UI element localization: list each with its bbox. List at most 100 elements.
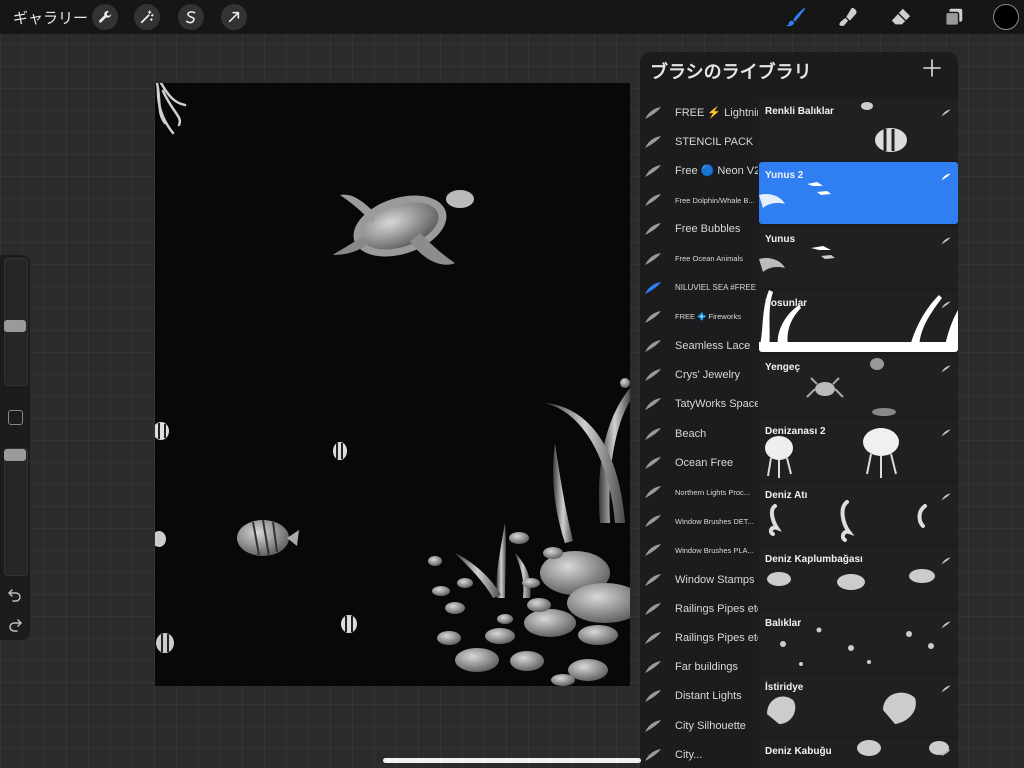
brush-set-item[interactable]: Far buildings: [640, 653, 758, 682]
brush-set-label: TatyWorks Space: [675, 398, 758, 411]
brush-set-item[interactable]: NILUVIEL SEA #FREE: [640, 273, 758, 302]
feather-icon: [644, 427, 662, 441]
brush-set-item[interactable]: City Silhouette: [640, 711, 758, 740]
home-indicator[interactable]: [383, 758, 641, 763]
feather-icon: [644, 164, 662, 178]
brush-name: Balıklar: [765, 618, 802, 629]
brush-name: Deniz Kabuğu: [765, 746, 832, 757]
brush-set-label: Window Brushes PLA...: [675, 545, 754, 555]
brush-item[interactable]: Deniz Kabuğu: [759, 738, 958, 768]
brush-set-item[interactable]: Ocean Free: [640, 448, 758, 477]
feather-icon: [644, 719, 662, 733]
brush-item[interactable]: Deniz Kaplumbağası: [759, 546, 958, 608]
octopus-stamp: [155, 83, 187, 135]
brush-set-item[interactable]: FREE ⚡ Lightning: [640, 98, 758, 127]
transform-arrow-icon[interactable]: [221, 4, 247, 30]
drawing-canvas[interactable]: [155, 83, 630, 686]
brush-set-item[interactable]: City...: [640, 740, 758, 768]
feather-icon: [644, 748, 662, 762]
layers-icon[interactable]: [941, 4, 967, 30]
brush-set-item[interactable]: Window Brushes DET...: [640, 507, 758, 536]
brush-item[interactable]: Yosunlar: [759, 290, 958, 352]
brush-size-thumb[interactable]: [4, 320, 26, 332]
brush-item[interactable]: Balıklar: [759, 610, 958, 672]
top-toolbar: ギャラリー: [0, 0, 1024, 34]
brush-set-label: Railings Pipes etc: [675, 631, 758, 644]
brush-item[interactable]: Yunus 2: [759, 162, 958, 224]
left-sidebar: [0, 255, 30, 640]
feather-icon: [941, 232, 951, 245]
brush-library-panel: ブラシのライブラリ FREE ⚡ Lightning STENCIL PACK Fr…: [640, 52, 958, 768]
feather-icon: [941, 424, 951, 437]
magic-wand-icon[interactable]: [134, 4, 160, 30]
brush-name: Yunus 2: [765, 170, 804, 181]
opacity-slider[interactable]: [4, 448, 28, 576]
brush-name: Denizanası 2: [765, 426, 826, 437]
brush-item[interactable]: Yunus: [759, 226, 958, 288]
brush-set-label: Northern Lights Proc...: [675, 487, 751, 497]
feather-icon: [644, 222, 662, 236]
brush-name: İstiridye: [765, 682, 804, 693]
feather-icon: [644, 135, 662, 149]
feather-icon: [644, 106, 662, 120]
brush-name: Renkli Balıklar: [765, 106, 834, 117]
brush-set-item[interactable]: TatyWorks Space: [640, 390, 758, 419]
sea-turtle-stamp: [333, 190, 474, 265]
opacity-thumb[interactable]: [4, 449, 26, 461]
brush-item[interactable]: Deniz Atı: [759, 482, 958, 544]
brush-item[interactable]: Yengeç: [759, 354, 958, 416]
feather-icon: [941, 552, 951, 565]
selection-icon[interactable]: [178, 4, 204, 30]
feather-icon: [644, 193, 662, 207]
brush-set-item[interactable]: Seamless Lace: [640, 332, 758, 361]
brush-set-label: Free Dolphin/Whale B...: [675, 195, 755, 205]
brush-set-label: City Silhouette: [675, 719, 746, 732]
brush-item[interactable]: Renkli Balıklar: [759, 98, 958, 160]
smudge-icon[interactable]: [836, 4, 862, 30]
brush-set-label: NILUVIEL SEA #FREE: [675, 283, 757, 293]
color-picker-button[interactable]: [993, 4, 1019, 30]
feather-icon: [644, 543, 662, 557]
brush-set-item[interactable]: Distant Lights: [640, 682, 758, 711]
brush-set-item[interactable]: Northern Lights Proc...: [640, 477, 758, 506]
brush-set-item[interactable]: Free Dolphin/Whale B...: [640, 186, 758, 215]
brush-list: Renkli Balıklar Yunus 2 Yunus Yosunlar Yenge…: [759, 98, 958, 768]
feather-icon: [644, 689, 662, 703]
brush-icon[interactable]: [783, 4, 809, 30]
modify-button[interactable]: [8, 410, 23, 425]
brush-set-item[interactable]: Crys' Jewelry: [640, 361, 758, 390]
redo-icon[interactable]: [7, 618, 23, 632]
brush-item[interactable]: Denizanası 2: [759, 418, 958, 480]
feather-icon: [941, 104, 951, 117]
undo-icon[interactable]: [7, 588, 23, 602]
feather-icon: [941, 360, 951, 373]
brush-set-label: Far buildings: [675, 661, 738, 674]
brush-set-item[interactable]: Railings Pipes etc: [640, 623, 758, 652]
feather-icon: [941, 296, 951, 309]
gallery-button[interactable]: ギャラリー: [13, 7, 88, 28]
brush-set-item[interactable]: STENCIL PACK: [640, 127, 758, 156]
eraser-icon[interactable]: [888, 4, 914, 30]
brush-set-label: FREE ⚡ Lightning: [675, 107, 758, 120]
feather-icon: [644, 339, 662, 353]
brush-library-title: ブラシのライブラリ: [650, 62, 812, 83]
wrench-icon[interactable]: [92, 4, 118, 30]
brush-set-item[interactable]: Railings Pipes etc: [640, 594, 758, 623]
feather-icon: [644, 631, 662, 645]
feather-icon: [941, 744, 951, 757]
brush-item[interactable]: İstiridye: [759, 674, 958, 736]
brush-set-item[interactable]: Free Ocean Animals: [640, 244, 758, 273]
brush-set-item[interactable]: Window Brushes PLA...: [640, 536, 758, 565]
brush-name: Yosunlar: [765, 298, 808, 309]
brush-set-label: Crys' Jewelry: [675, 369, 741, 382]
brush-set-item[interactable]: Window Stamps: [640, 565, 758, 594]
feather-icon: [644, 368, 662, 382]
feather-icon: [644, 456, 662, 470]
canvas-artwork: [155, 83, 630, 686]
plus-icon[interactable]: [921, 57, 943, 79]
brush-set-item[interactable]: FREE 💠 Fireworks: [640, 302, 758, 331]
brush-set-item[interactable]: Free 🔵 Neon V2: [640, 156, 758, 185]
brush-set-item[interactable]: Beach: [640, 419, 758, 448]
brush-set-item[interactable]: Free Bubbles: [640, 215, 758, 244]
feather-icon: [644, 281, 662, 295]
